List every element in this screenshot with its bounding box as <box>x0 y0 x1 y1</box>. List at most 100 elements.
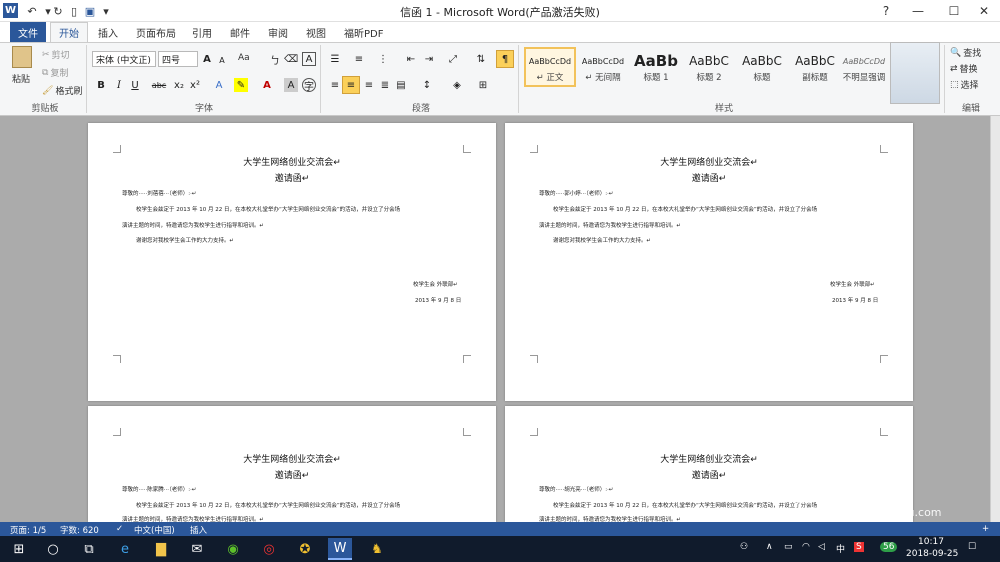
edge-icon[interactable]: e <box>114 539 136 559</box>
security-badge[interactable]: 56 <box>880 542 898 552</box>
paste-icon[interactable] <box>12 46 32 68</box>
line-spacing-icon[interactable]: ↕ <box>420 78 434 92</box>
highlight-icon[interactable]: ✎ <box>234 78 248 92</box>
tab-mailings[interactable]: 邮件 <box>222 22 258 42</box>
select-button[interactable]: ⬚ 选择 <box>950 78 979 92</box>
page-count[interactable]: 页面: 1/5 <box>10 524 46 536</box>
show-marks-icon[interactable]: ¶ <box>496 50 514 68</box>
app-icon[interactable]: ✪ <box>294 539 316 559</box>
document-page[interactable]: 大学生网络创业交流会↵ 邀请函↵ 尊敬的·····陈家腾···（老师）:·↵ 校… <box>88 406 496 523</box>
char-shading-icon[interactable]: A <box>284 78 298 92</box>
tab-foxit-pdf[interactable]: 福昕PDF <box>336 22 391 42</box>
notifications-icon[interactable]: ☐ <box>968 542 976 552</box>
wifi-icon[interactable]: ◠ <box>802 542 810 552</box>
align-left-icon[interactable]: ≡ <box>328 78 342 92</box>
document-page[interactable]: 大学生网络创业交流会↵ 邀请函↵ 尊敬的·····刘蓓蓓···（老师）:·↵ 校… <box>88 123 496 401</box>
sort-icon[interactable]: ⇅ <box>474 52 488 66</box>
italic-icon[interactable]: I <box>112 78 126 92</box>
sogou-icon[interactable]: S <box>854 542 864 552</box>
insert-mode[interactable]: 插入 <box>190 524 207 536</box>
task-view-icon[interactable]: ⧉ <box>78 539 100 559</box>
browser-360-icon[interactable]: ◉ <box>222 539 244 559</box>
windows-start-icon[interactable]: ⊞ <box>8 539 30 559</box>
change-case-button[interactable]: Aa <box>238 53 250 63</box>
grow-font-icon[interactable]: A <box>200 52 214 66</box>
bullets-icon[interactable]: ☰ <box>328 52 342 66</box>
file-explorer-icon[interactable]: ▇ <box>150 539 172 559</box>
proofing-icon[interactable]: ✓ <box>116 524 123 534</box>
decrease-indent-icon[interactable]: ⇤ <box>404 52 418 66</box>
tab-file[interactable]: 文件 <box>10 22 46 42</box>
word-taskbar-icon[interactable]: W <box>328 538 352 560</box>
vertical-scrollbar[interactable] <box>990 116 1000 522</box>
language-indicator[interactable]: 中文(中国) <box>134 524 175 536</box>
underline-icon[interactable]: U <box>128 78 142 92</box>
close-button[interactable]: ✕ <box>966 0 1000 22</box>
style-title[interactable]: AaBbC 标题 <box>736 47 788 87</box>
save-icon[interactable]: ▣ <box>82 3 98 19</box>
align-center-icon[interactable]: ≡ <box>342 76 360 94</box>
subscript-icon[interactable]: x₂ <box>172 78 186 92</box>
tab-references[interactable]: 引用 <box>184 22 220 42</box>
font-size-select[interactable]: 四号 <box>158 51 198 67</box>
copy-button[interactable]: ⧉ 复制 <box>42 66 68 80</box>
style-heading-2[interactable]: AaBbC 标题 2 <box>683 47 735 87</box>
font-name-select[interactable]: 宋体 (中文正) <box>92 51 156 67</box>
clear-format-icon[interactable]: ⌫ <box>284 52 298 66</box>
tab-home[interactable]: 开始 <box>50 22 88 42</box>
chinese-layout-icon[interactable]: ⤢ <box>446 52 460 66</box>
help-button[interactable]: ? <box>868 0 904 22</box>
redo-icon[interactable]: ↻ <box>50 3 66 19</box>
battery-icon[interactable]: ▭ <box>784 542 793 552</box>
tab-review[interactable]: 审阅 <box>260 22 296 42</box>
borders-icon[interactable]: ⊞ <box>476 78 490 92</box>
shrink-font-icon[interactable]: A <box>215 53 229 67</box>
ime-indicator[interactable]: 中 <box>836 542 845 555</box>
increase-indent-icon[interactable]: ⇥ <box>422 52 436 66</box>
phonetic-guide-icon[interactable]: ㄅ <box>268 52 282 67</box>
tab-view[interactable]: 视图 <box>298 22 334 42</box>
char-border-icon[interactable]: A <box>302 52 316 66</box>
superscript-icon[interactable]: x² <box>188 78 202 92</box>
distributed-icon[interactable]: ▤ <box>394 78 408 92</box>
people-icon[interactable]: ⚇ <box>740 542 748 552</box>
enclose-char-icon[interactable]: 字 <box>302 78 316 93</box>
minimize-button[interactable]: — <box>900 0 936 22</box>
strikethrough-icon[interactable]: abc <box>152 78 166 92</box>
zoom-in-icon[interactable]: + <box>982 524 989 534</box>
clock-time[interactable]: 10:17 <box>918 537 944 547</box>
qq-icon[interactable]: ♞ <box>366 539 388 559</box>
font-color-icon[interactable]: A <box>260 78 274 92</box>
cut-button[interactable]: ✂ 剪切 <box>42 48 70 62</box>
align-right-icon[interactable]: ≡ <box>362 78 376 92</box>
clock-date[interactable]: 2018-09-25 <box>906 549 958 559</box>
word-count[interactable]: 字数: 620 <box>60 524 99 536</box>
chevron-up-icon[interactable]: ∧ <box>766 542 773 552</box>
find-button[interactable]: 🔍 查找 <box>950 46 981 60</box>
style-subtitle[interactable]: AaBbC 副标题 <box>789 47 841 87</box>
customize-qat-icon[interactable]: ▾ <box>98 3 114 19</box>
style-subtle-emphasis[interactable]: AaBbCcDd 不明显强调 <box>840 47 888 87</box>
paste-button[interactable]: 粘贴 <box>12 72 30 85</box>
mail-icon[interactable]: ✉ <box>186 539 208 559</box>
bold-icon[interactable]: B <box>94 78 108 92</box>
style-no-spacing[interactable]: AaBbCcDd ↵ 无间隔 <box>577 47 629 87</box>
new-document-icon[interactable]: ▯ <box>66 3 82 19</box>
style-normal[interactable]: AaBbCcDd ↵ 正文 <box>524 47 576 87</box>
search-icon[interactable]: ○ <box>42 539 64 559</box>
justify-icon[interactable]: ≣ <box>378 78 392 92</box>
replace-button[interactable]: ⇄ 替换 <box>950 62 978 76</box>
tab-layout[interactable]: 页面布局 <box>128 22 184 42</box>
volume-icon[interactable]: ◁ <box>818 542 825 552</box>
netease-music-icon[interactable]: ◎ <box>258 539 280 559</box>
shading-icon[interactable]: ◈ <box>450 78 464 92</box>
text-effects-icon[interactable]: A <box>212 78 226 92</box>
tab-insert[interactable]: 插入 <box>90 22 126 42</box>
word-logo-icon[interactable]: W <box>3 3 18 18</box>
style-heading-1[interactable]: AaBb 标题 1 <box>630 47 682 87</box>
document-page[interactable]: 大学生网络创业交流会↵ 邀请函↵ 尊敬的·····郭小婷···（老师）:·↵ 校… <box>505 123 913 401</box>
format-painter-button[interactable]: 🖌 格式刷 <box>42 84 82 98</box>
numbering-icon[interactable]: ≡ <box>352 52 366 66</box>
multilevel-list-icon[interactable]: ⋮ <box>376 52 390 66</box>
undo-icon[interactable]: ↶ <box>24 3 40 19</box>
